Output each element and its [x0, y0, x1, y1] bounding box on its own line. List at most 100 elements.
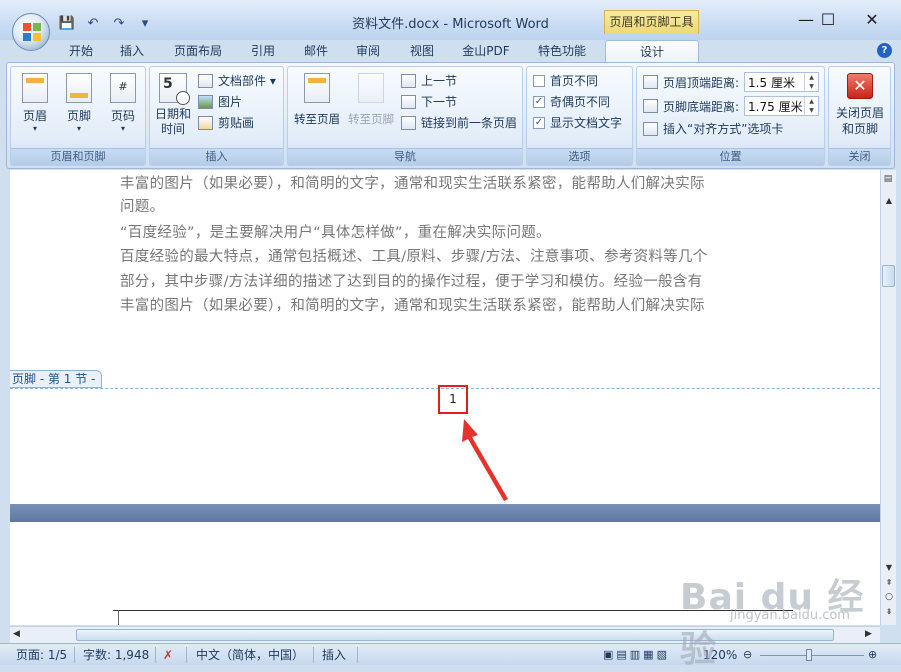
picture-button[interactable]: 图片 — [198, 91, 282, 112]
group-label: 选项 — [527, 148, 632, 165]
tab-references[interactable]: 引用 — [243, 40, 283, 62]
group-label: 关闭 — [829, 148, 890, 165]
body-text-line: “百度经验”，是主要解决用户“具体怎样做”，重在解决实际问题。 — [120, 225, 551, 241]
date-time-label-1: 日期和 — [154, 107, 191, 121]
options-checkboxes: 首页不同 ✓ 奇偶页不同 ✓ 显示文档文字 — [533, 70, 633, 133]
window-title: 资料文件.docx - Microsoft Word — [352, 17, 549, 32]
word-window: 💾 ↶ ↷ ▾ 资料文件.docx - Microsoft Word 页眉和页脚… — [0, 0, 901, 672]
group-close: ✕ 关闭页眉 和页脚 关闭 — [828, 66, 891, 166]
close-header-footer-label-1: 关闭页眉 — [835, 106, 884, 120]
body-text-line: 问题。 — [120, 199, 165, 215]
header-label: 页眉 — [22, 109, 47, 123]
quick-parts-icon — [198, 73, 213, 88]
goto-footer-label: 转至页脚 — [348, 112, 394, 126]
status-separator — [155, 647, 156, 663]
tab-design[interactable]: 设计 — [605, 40, 699, 62]
scroll-up-icon[interactable]: ▲ — [883, 196, 895, 208]
scroll-left-icon[interactable]: ◀ — [13, 629, 20, 639]
tab-view[interactable]: 视图 — [401, 40, 443, 62]
ruler-toggle-icon[interactable]: ▤ — [882, 174, 894, 188]
link-to-previous-button[interactable]: 链接到前一条页眉 — [401, 112, 523, 133]
picture-icon — [198, 94, 213, 109]
header-distance-spinner[interactable]: 1.5 厘米 ▲ ▼ — [744, 72, 820, 92]
header-distance-value: 1.5 厘米 — [748, 75, 795, 90]
next-section-icon — [401, 94, 416, 109]
proofing-icon[interactable]: ✗ — [163, 647, 173, 663]
page-number-icon: # — [110, 73, 136, 103]
show-document-text-checkbox[interactable]: ✓ 显示文档文字 — [533, 112, 633, 133]
footer-label: 页脚 — [66, 109, 91, 123]
date-time-button[interactable]: 5 日期和 时间 — [153, 73, 193, 137]
checkbox-checked-icon: ✓ — [533, 95, 545, 108]
link-to-previous-label: 链接到前一条页眉 — [421, 116, 518, 130]
goto-header-icon — [304, 73, 330, 103]
footer-distance-icon — [643, 99, 658, 113]
close-header-footer-button[interactable]: ✕ 关闭页眉 和页脚 — [831, 73, 889, 137]
close-button[interactable]: ✕ — [850, 6, 894, 32]
office-button[interactable] — [12, 13, 50, 51]
group-header-footer: 页眉 ▾ 页脚 ▾ # 页码 ▾ 页眉和页脚 — [10, 66, 146, 166]
margin-corner-mark — [118, 610, 119, 625]
footer-section-tag: 页脚 - 第 1 节 - — [10, 370, 103, 388]
quick-parts-button[interactable]: 文档部件 ▾ — [198, 70, 282, 91]
show-document-text-label: 显示文档文字 — [550, 116, 623, 130]
group-label: 导航 — [288, 148, 522, 165]
next-section-button[interactable]: 下一节 — [401, 91, 523, 112]
clip-art-button[interactable]: 剪贴画 — [198, 112, 282, 133]
link-icon — [401, 115, 416, 130]
tab-features[interactable]: 特色功能 — [530, 40, 594, 62]
footer-button[interactable]: 页脚 ▾ — [59, 73, 99, 133]
insert-alignment-tab-button[interactable]: 插入“对齐方式”选项卡 — [643, 118, 823, 139]
previous-section-button[interactable]: 上一节 — [401, 70, 523, 91]
page-number-button[interactable]: # 页码 ▾ — [103, 73, 143, 133]
different-odd-even-label: 奇偶页不同 — [550, 95, 611, 109]
title-bar: 💾 ↶ ↷ ▾ 资料文件.docx - Microsoft Word 页眉和页脚… — [0, 0, 901, 40]
tab-kingsoft-pdf[interactable]: 金山PDF — [456, 40, 516, 62]
tab-review[interactable]: 审阅 — [348, 40, 388, 62]
footer-distance-spinner[interactable]: 1.75 厘米 ▲ ▼ — [744, 96, 820, 116]
different-first-page-checkbox[interactable]: 首页不同 — [533, 70, 633, 91]
group-navigation: 转至页眉 转至页脚 上一节 下一节 链接到前一条页眉 导航 — [287, 66, 523, 166]
chevron-down-icon: ▾ — [32, 124, 37, 133]
help-icon[interactable]: ? — [877, 43, 892, 58]
position-controls: 页眉顶端距离: 1.5 厘米 ▲ ▼ 页脚底端距离: 1.75 厘米 ▲ ▼ 插入“对齐… — [643, 70, 823, 139]
tab-mailings[interactable]: 邮件 — [296, 40, 336, 62]
header-button[interactable]: 页眉 ▾ — [15, 73, 55, 133]
goto-footer-button: 转至页脚 — [345, 73, 397, 127]
document-area[interactable]: 丰富的图片（如果必要），和简明的文字，通常和现实生活联系紧密，能帮助人们解决实际… — [10, 170, 880, 625]
page-gap-separator — [10, 504, 880, 522]
close-header-footer-label-2: 和页脚 — [841, 122, 878, 136]
baidu-watermark-url: jingyan.baidu.com — [730, 608, 850, 623]
header-distance-row: 页眉顶端距离: 1.5 厘米 ▲ ▼ — [643, 70, 823, 94]
tab-insert[interactable]: 插入 — [111, 40, 153, 62]
office-logo-icon — [23, 23, 41, 41]
header-distance-icon — [643, 75, 658, 89]
vertical-scrollbar[interactable]: ▤ ▲ ▼ ⇞ ○ ⇟ — [880, 170, 896, 625]
group-position: 页眉顶端距离: 1.5 厘米 ▲ ▼ 页脚底端距离: 1.75 厘米 ▲ ▼ 插入“对齐… — [636, 66, 825, 166]
maximize-button[interactable]: ☐ — [806, 6, 850, 32]
tab-home[interactable]: 开始 — [60, 40, 102, 62]
goto-header-button[interactable]: 转至页眉 — [291, 73, 343, 127]
status-insert-mode[interactable]: 插入 — [322, 647, 346, 663]
spinner-arrows-icon[interactable]: ▲ ▼ — [804, 97, 818, 115]
status-language[interactable]: 中文（简体，中国） — [196, 647, 304, 663]
footer-distance-row: 页脚底端距离: 1.75 厘米 ▲ ▼ — [643, 94, 823, 118]
status-separator — [357, 647, 358, 663]
vertical-scroll-thumb[interactable] — [882, 265, 895, 287]
spinner-arrows-icon[interactable]: ▲ ▼ — [804, 73, 818, 91]
group-label: 插入 — [150, 148, 283, 165]
page-number-field[interactable]: 1 — [438, 385, 468, 414]
status-separator — [74, 647, 75, 663]
status-words[interactable]: 字数: 1,948 — [83, 647, 149, 663]
previous-section-label: 上一节 — [421, 74, 458, 88]
view-buttons-icon[interactable]: ▣▤▥▦▧ — [603, 647, 670, 663]
clip-art-icon — [198, 115, 213, 130]
chevron-down-icon: ▾ — [76, 124, 81, 133]
checkbox-checked-icon: ✓ — [533, 116, 545, 129]
different-odd-even-checkbox[interactable]: ✓ 奇偶页不同 — [533, 91, 633, 112]
status-separator — [186, 647, 187, 663]
tab-page-layout[interactable]: 页面布局 — [166, 40, 230, 62]
ribbon: 页眉 ▾ 页脚 ▾ # 页码 ▾ 页眉和页脚 5 日期和 时间 文档部件 ▾ 图… — [6, 62, 895, 169]
status-page[interactable]: 页面: 1/5 — [16, 647, 67, 663]
alignment-tab-icon — [643, 121, 658, 136]
